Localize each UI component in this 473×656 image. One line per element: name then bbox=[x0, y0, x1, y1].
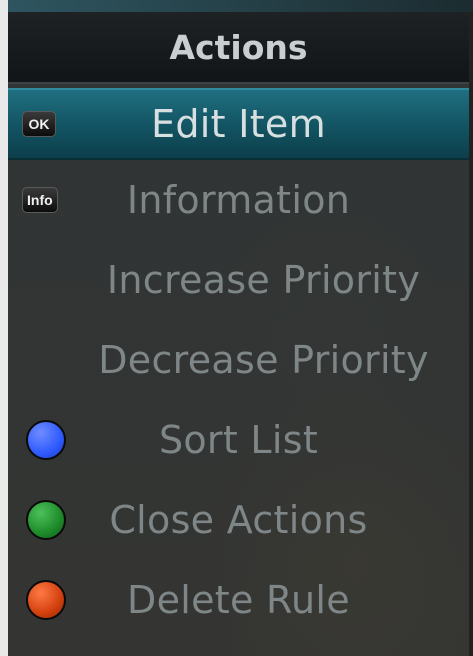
menu-header: Actions bbox=[8, 12, 469, 84]
blue-button-icon bbox=[26, 420, 66, 460]
menu-item-label: Edit Item bbox=[151, 102, 326, 146]
menu-item-information[interactable]: Info Information bbox=[8, 160, 469, 240]
menu-item-close-actions[interactable]: Close Actions bbox=[8, 480, 469, 560]
menu-item-label: Increase Priority bbox=[106, 258, 421, 302]
menu-item-increase-priority[interactable]: Increase Priority bbox=[8, 240, 469, 320]
menu-item-label: Information bbox=[126, 178, 351, 222]
menu-item-label: Decrease Priority bbox=[98, 338, 429, 382]
menu-item-decrease-priority[interactable]: Decrease Priority bbox=[8, 320, 469, 400]
menu-item-delete-rule[interactable]: Delete Rule bbox=[8, 560, 469, 640]
actions-menu-panel: Actions OK Edit Item Info Information In… bbox=[8, 12, 469, 656]
menu-item-label: Close Actions bbox=[109, 498, 368, 542]
top-strip bbox=[8, 0, 473, 12]
menu-title: Actions bbox=[169, 27, 308, 67]
ok-key-icon: OK bbox=[22, 111, 56, 137]
green-button-icon bbox=[26, 500, 66, 540]
red-button-icon bbox=[26, 580, 66, 620]
info-key-icon: Info bbox=[22, 187, 58, 213]
right-edge bbox=[469, 0, 473, 656]
menu-item-sort-list[interactable]: Sort List bbox=[8, 400, 469, 480]
left-edge bbox=[0, 0, 8, 656]
menu-item-edit-item[interactable]: OK Edit Item bbox=[8, 88, 469, 160]
menu-item-label: Sort List bbox=[158, 418, 319, 462]
menu-item-label: Delete Rule bbox=[127, 578, 350, 622]
